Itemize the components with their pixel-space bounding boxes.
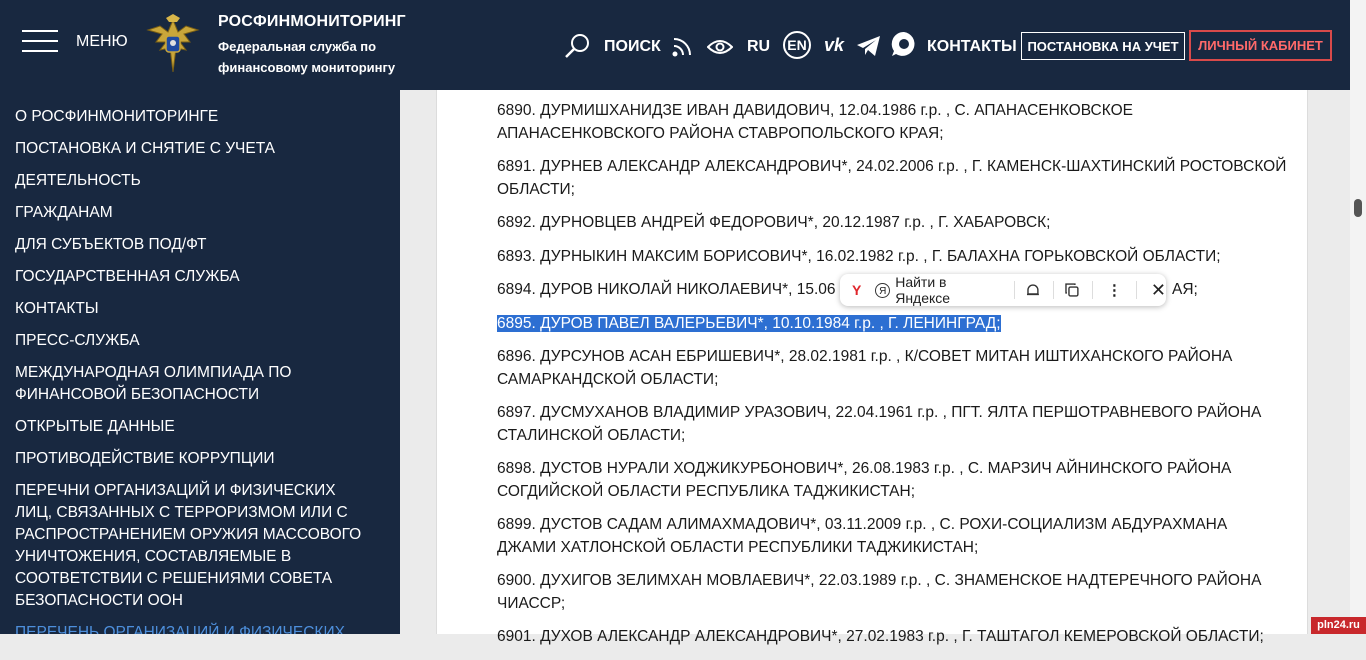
divider bbox=[1135, 281, 1137, 299]
sidebar-item[interactable]: ПОСТАНОВКА И СНЯТИЕ С УЧЕТА bbox=[15, 138, 375, 160]
list-item: 6893. ДУРНЫКИН МАКСИМ БОРИСОВИЧ*, 16.02.… bbox=[497, 247, 1221, 265]
audio-icon[interactable] bbox=[670, 33, 696, 59]
list-item: 6900. ДУХИГОВ ЗЕЛИМХАН МОВЛАЕВИЧ*, 22.03… bbox=[497, 572, 1262, 612]
sidebar-item[interactable]: ГОСУДАРСТВЕННАЯ СЛУЖБА bbox=[15, 266, 375, 288]
list-item: 6899. ДУСТОВ САДАМ АЛИМАХМАДОВИЧ*, 03.11… bbox=[497, 516, 1228, 556]
sidebar-item-active[interactable]: ПЕРЕЧЕНЬ ОРГАНИЗАЦИЙ И ФИЗИЧЕСКИХ bbox=[15, 622, 375, 634]
divider bbox=[1014, 281, 1016, 299]
sidebar-item[interactable]: МЕЖДУНАРОДНАЯ ОЛИМПИАДА ПО ФИНАНСОВОЙ БЕ… bbox=[15, 362, 375, 406]
entry-list: 6890. ДУРМИШХАНИДЗЕ ИВАН ДАВИДОВИЧ, 12.0… bbox=[497, 100, 1287, 660]
sidebar-list: О РОСФИНМОНИТОРИНГЕ ПОСТАНОВКА И СНЯТИЕ … bbox=[0, 90, 400, 634]
divider bbox=[1091, 281, 1093, 299]
menu-label[interactable]: МЕНЮ bbox=[76, 33, 128, 51]
search-yandex-label: Найти в Яндексе bbox=[895, 274, 951, 306]
register-button[interactable]: ПОСТАНОВКА НА УЧЕТ bbox=[1021, 32, 1185, 60]
list-item: 6896. ДУРСУНОВ АСАН ЕБРИШЕВИЧ*, 28.02.19… bbox=[497, 348, 1233, 388]
list-item: 6891. ДУРНЕВ АЛЕКСАНДР АЛЕКСАНДРОВИЧ*, 2… bbox=[497, 158, 1287, 198]
chat-icon[interactable] bbox=[890, 30, 918, 58]
list-item-text: 6894. ДУРОВ НИКОЛАЙ НИКОЛАЕВИЧ*, 15.06 bbox=[497, 281, 836, 298]
search-yandex-button[interactable]: Я Найти в Яндексе bbox=[875, 274, 1004, 306]
lang-ru[interactable]: RU bbox=[747, 38, 770, 56]
scrollbar-track[interactable] bbox=[1350, 0, 1366, 634]
selected-text: 6895. ДУРОВ ПАВЕЛ ВАЛЕРЬЕВИЧ*, 10.10.198… bbox=[497, 314, 1001, 332]
list-item: 6892. ДУРНОВЦЕВ АНДРЕЙ ФЕДОРОВИЧ*, 20.12… bbox=[497, 214, 1051, 231]
brand-subtitle-line2: финансовому мониторингу bbox=[218, 60, 396, 75]
search-button[interactable]: ПОИСК bbox=[604, 38, 661, 56]
vk-icon[interactable]: vk bbox=[824, 35, 844, 56]
bell-icon[interactable] bbox=[1025, 282, 1041, 298]
lang-en-label: EN bbox=[787, 37, 807, 53]
list-item: 6897. ДУСМУХАНОВ ВЛАДИМИР УРАЗОВИЧ, 22.0… bbox=[497, 404, 1262, 444]
list-item: 6898. ДУСТОВ НУРАЛИ ХОДЖИКУРБОНОВИЧ*, 26… bbox=[497, 460, 1232, 500]
personal-cabinet-button[interactable]: ЛИЧНЫЙ КАБИНЕТ bbox=[1189, 30, 1332, 61]
site-header: МЕНЮ РОСФИНМОНИТОРИНГ Федеральная служба… bbox=[0, 0, 1350, 90]
search-icon[interactable] bbox=[564, 32, 592, 60]
brand-title[interactable]: РОСФИНМОНИТОРИНГ bbox=[218, 13, 406, 31]
sidebar-nav: О РОСФИНМОНИТОРИНГЕ ПОСТАНОВКА И СНЯТИЕ … bbox=[0, 90, 400, 634]
list-item-tail: АЯ; bbox=[1172, 281, 1198, 298]
sidebar-item[interactable]: ГРАЖДАНАМ bbox=[15, 202, 375, 224]
sidebar-item[interactable]: КОНТАКТЫ bbox=[15, 298, 375, 320]
divider bbox=[1053, 281, 1055, 299]
list-item: 6890. ДУРМИШХАНИДЗЕ ИВАН ДАВИДОВИЧ, 12.0… bbox=[497, 102, 1133, 142]
list-item-selected: 6895. ДУРОВ ПАВЕЛ ВАЛЕРЬЕВИЧ*, 10.10.198… bbox=[497, 313, 1287, 336]
watermark: pln24.ru bbox=[1311, 617, 1366, 634]
more-icon[interactable]: ⋮ bbox=[1107, 281, 1122, 299]
brand-subtitle-line1: Федеральная служба по bbox=[218, 39, 377, 54]
list-item: 6901. ДУХОВ АЛЕКСАНДР АЛЕКСАНДРОВИЧ*, 27… bbox=[497, 628, 1264, 645]
emblem-icon bbox=[146, 14, 200, 73]
contacts-link[interactable]: КОНТАКТЫ bbox=[927, 38, 1017, 56]
scrollbar-thumb[interactable] bbox=[1354, 199, 1362, 217]
copy-icon[interactable] bbox=[1064, 282, 1080, 298]
sidebar-item[interactable]: ПРЕСС-СЛУЖБА bbox=[15, 330, 375, 352]
personal-cabinet-label: ЛИЧНЫЙ КАБИНЕТ bbox=[1198, 38, 1323, 53]
yandex-icon[interactable]: Y bbox=[852, 282, 861, 298]
telegram-icon[interactable] bbox=[856, 34, 882, 58]
register-button-label: ПОСТАНОВКА НА УЧЕТ bbox=[1027, 38, 1179, 54]
yandex-search-icon: Я bbox=[875, 282, 891, 298]
hamburger-icon[interactable] bbox=[22, 30, 58, 52]
sidebar-item[interactable]: ПРОТИВОДЕЙСТВИЕ КОРРУПЦИИ bbox=[15, 448, 375, 470]
sidebar-item[interactable]: ПЕРЕЧНИ ОРГАНИЗАЦИЙ И ФИЗИЧЕСКИХ ЛИЦ, СВ… bbox=[15, 480, 375, 612]
brand-subtitle: Федеральная служба по финансовому монито… bbox=[218, 36, 395, 78]
close-icon[interactable]: ✕ bbox=[1151, 280, 1166, 301]
eye-icon[interactable] bbox=[707, 38, 733, 56]
sidebar-item[interactable]: ДЕЯТЕЛЬНОСТЬ bbox=[15, 170, 375, 192]
lang-en[interactable]: EN bbox=[783, 31, 811, 59]
selection-popup: Y Я Найти в Яндексе ⋮ ✕ bbox=[840, 274, 1166, 306]
sidebar-item[interactable]: О РОСФИНМОНИТОРИНГЕ bbox=[15, 106, 375, 128]
sidebar-item[interactable]: ОТКРЫТЫЕ ДАННЫЕ bbox=[15, 416, 375, 438]
sidebar-item[interactable]: ДЛЯ СУБЪЕКТОВ ПОД/ФТ bbox=[15, 234, 375, 256]
